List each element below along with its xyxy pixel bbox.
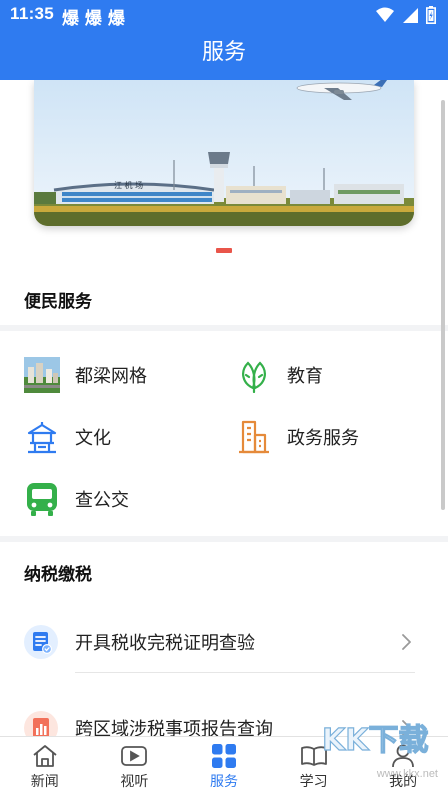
section-divider	[0, 536, 448, 542]
status-time: 11:35	[10, 4, 55, 23]
pavilion-icon	[24, 419, 60, 455]
banner-carousel[interactable]: 江 机 场	[34, 80, 414, 226]
tab-label: 视听	[120, 774, 149, 790]
report-chart-icon	[24, 711, 58, 736]
building-icon	[236, 419, 272, 455]
status-notification-text: 爆 爆 爆	[62, 9, 125, 29]
tab-video[interactable]: 视听	[90, 737, 180, 797]
app-bar: 服务	[0, 30, 448, 80]
home-icon	[31, 743, 59, 769]
tab-label: 新闻	[30, 774, 59, 790]
service-dulian-grid[interactable]: 都梁网格	[24, 355, 147, 395]
leaf-icon	[236, 357, 272, 393]
tab-news[interactable]: 新闻	[0, 737, 90, 797]
service-label: 文化	[75, 428, 111, 449]
service-label: 查公交	[75, 490, 129, 511]
service-label: 教育	[287, 366, 323, 387]
certificate-icon	[24, 625, 58, 659]
status-bar: 11:35 爆 爆 爆	[0, 0, 448, 30]
watermark-url: www.kkx.net	[376, 768, 438, 780]
service-government[interactable]: 政务服务	[236, 417, 359, 457]
row-divider	[75, 672, 415, 673]
convenience-section-title: 便民服务	[24, 292, 92, 312]
tab-label: 服务	[209, 774, 238, 790]
tax-item-label: 开具税收完税证明查验	[75, 633, 255, 654]
play-icon	[120, 743, 148, 769]
tax-item-certificate[interactable]: 开具税收完税证明查验	[24, 612, 416, 672]
signal-icon	[402, 7, 418, 27]
terminal-sign-text: 江 机 场	[114, 180, 143, 190]
city-photo-icon	[24, 357, 60, 393]
grid-icon	[210, 743, 238, 769]
service-label: 都梁网格	[75, 366, 147, 387]
service-education[interactable]: 教育	[236, 355, 323, 395]
site-watermark: KK下载 www.kkx.net	[321, 716, 440, 782]
service-content[interactable]: 江 机 场 便民服务 都梁网格 教育 文化 政务服务 查公交 纳税缴税 开具税收…	[0, 80, 448, 736]
banner-indicator-active[interactable]	[216, 248, 232, 253]
service-culture[interactable]: 文化	[24, 417, 111, 457]
tax-section-title: 纳税缴税	[24, 565, 92, 585]
bus-icon	[24, 481, 60, 517]
battery-icon	[426, 6, 436, 28]
service-bus[interactable]: 查公交	[24, 479, 129, 519]
section-divider	[0, 325, 448, 331]
tab-service[interactable]: 服务	[179, 737, 269, 797]
chevron-right-icon	[396, 632, 416, 652]
watermark-text: KK下载	[322, 723, 429, 758]
page-title: 服务	[201, 40, 246, 65]
service-label: 政务服务	[287, 428, 359, 449]
airport-banner-image: 江 机 场	[34, 80, 414, 226]
wifi-icon	[376, 7, 394, 27]
scrollbar[interactable]	[441, 100, 445, 510]
